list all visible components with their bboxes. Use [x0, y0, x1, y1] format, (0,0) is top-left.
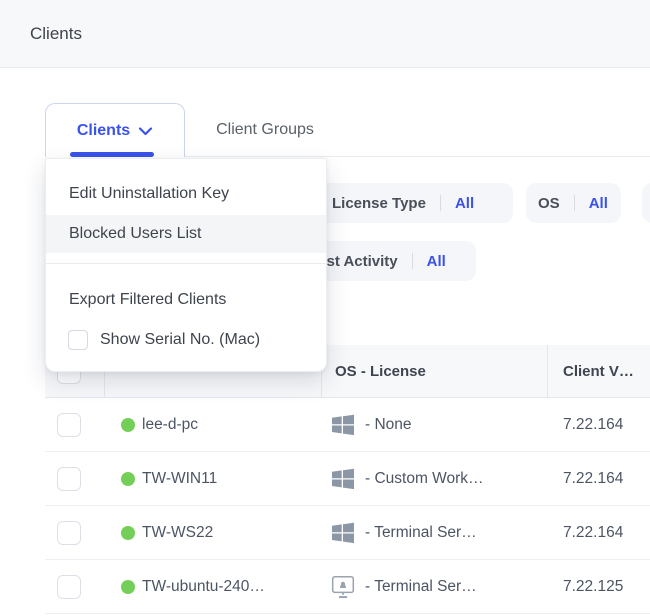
online-status-icon	[121, 472, 135, 486]
os-license-value: - Terminal Ser…	[365, 578, 477, 596]
online-status-icon	[121, 526, 135, 540]
client-version-value: 7.22.125	[563, 578, 623, 596]
filter-os[interactable]: OS All	[526, 183, 621, 223]
row-checkbox[interactable]	[57, 521, 81, 545]
filter-last-activity-value[interactable]: All	[427, 253, 446, 270]
row-checkbox[interactable]	[57, 413, 81, 437]
page-title: Clients	[30, 24, 82, 44]
client-name: TW-WS22	[142, 524, 213, 542]
windows-icon	[330, 521, 356, 545]
filter-license-type-value[interactable]: All	[455, 195, 474, 212]
header-client-version-label: Client V…	[563, 363, 634, 380]
menu-item-blocked-users-list[interactable]: Blocked Users List	[46, 215, 326, 253]
tab-client-groups[interactable]: Client Groups	[185, 103, 345, 157]
filter-os-label: OS	[538, 195, 560, 212]
header-os-license-label: OS - License	[335, 363, 426, 380]
filter-os-value[interactable]: All	[589, 195, 608, 212]
online-status-icon	[121, 580, 135, 594]
table-row[interactable]: lee-d-pc - None 7.22.164	[45, 398, 650, 452]
tab-clients[interactable]: Clients	[45, 103, 185, 157]
row-checkbox[interactable]	[57, 467, 81, 491]
clients-table: OS - License Client V… lee-d-pc - No	[45, 345, 650, 614]
filter-license-type[interactable]: License Type All	[310, 183, 513, 223]
windows-icon	[330, 467, 356, 491]
online-status-icon	[121, 418, 135, 432]
row-checkbox[interactable]	[57, 575, 81, 599]
pill-divider	[412, 253, 413, 269]
active-tab-indicator	[70, 152, 154, 157]
menu-divider	[46, 263, 326, 264]
client-version-value: 7.22.164	[563, 416, 623, 434]
tab-client-groups-label: Client Groups	[216, 121, 314, 139]
table-row[interactable]: TW-WS22 - Terminal Ser… 7.22.164	[45, 506, 650, 560]
os-license-value: - None	[365, 416, 412, 434]
os-license-value: - Terminal Ser…	[365, 524, 477, 542]
filter-license-type-label: License Type	[332, 195, 426, 212]
client-name: TW-WIN11	[142, 470, 217, 488]
menu-item-edit-uninstallation-key[interactable]: Edit Uninstallation Key	[46, 173, 326, 215]
chevron-down-icon	[138, 126, 153, 136]
show-serial-checkbox[interactable]	[68, 330, 88, 350]
header-cell-os-license: OS - License	[322, 345, 548, 397]
clients-dropdown-menu: Edit Uninstallation Key Blocked Users Li…	[45, 158, 327, 372]
menu-item-export-filtered-clients[interactable]: Export Filtered Clients	[46, 279, 326, 321]
windows-icon	[330, 413, 356, 437]
pill-divider	[574, 195, 575, 211]
os-license-value: - Custom Work…	[365, 470, 484, 488]
header-cell-client-version: Client V…	[548, 345, 650, 397]
client-name: TW-ubuntu-240…	[142, 578, 265, 596]
clients-page: Clients Clients Client Groups License Ty…	[0, 0, 650, 616]
menu-item-label: Edit Uninstallation Key	[69, 185, 229, 203]
client-name: lee-d-pc	[142, 416, 198, 434]
page-header: Clients	[0, 0, 650, 68]
menu-item-label: Blocked Users List	[69, 225, 202, 243]
table-row[interactable]: TW-ubuntu-240… - Terminal Ser… 7.22.125	[45, 560, 650, 614]
pill-divider	[440, 195, 441, 211]
filter-pill-cutoff[interactable]	[642, 183, 650, 223]
show-serial-label: Show Serial No. (Mac)	[100, 331, 260, 349]
table-row[interactable]: TW-WIN11 - Custom Work… 7.22.164	[45, 452, 650, 506]
linux-monitor-icon	[330, 574, 356, 600]
client-version-value: 7.22.164	[563, 470, 623, 488]
tab-clients-label: Clients	[77, 122, 130, 140]
menu-item-label: Export Filtered Clients	[69, 291, 226, 309]
client-version-value: 7.22.164	[563, 524, 623, 542]
menu-item-show-serial-no[interactable]: Show Serial No. (Mac)	[46, 325, 326, 355]
